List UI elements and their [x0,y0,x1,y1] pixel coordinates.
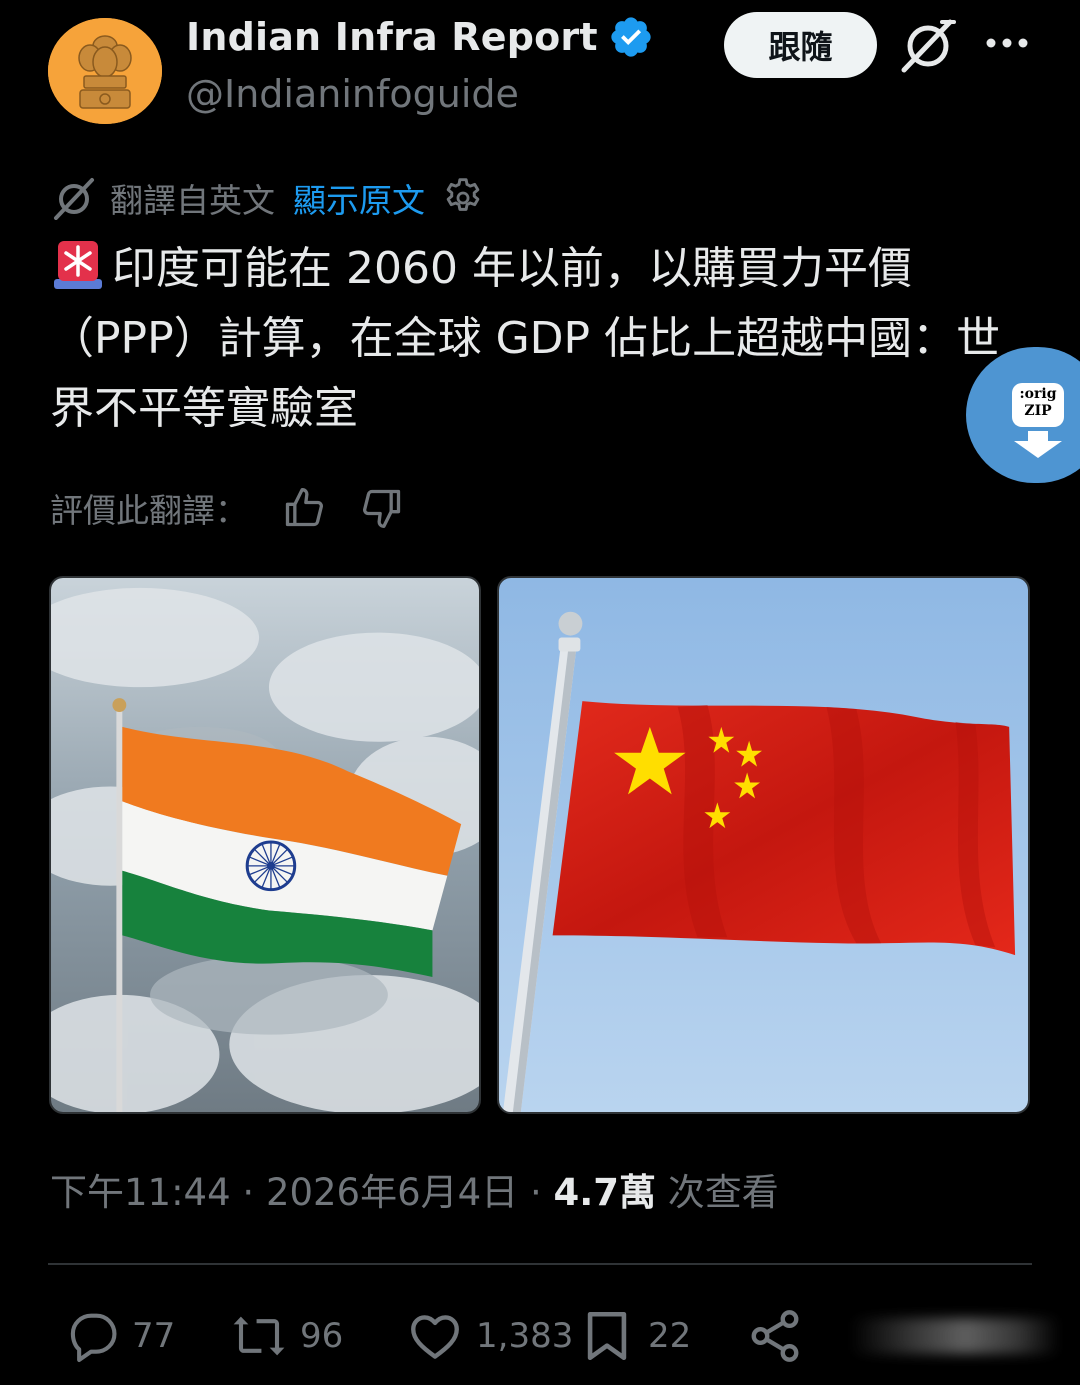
meta-separator: · [518,1171,554,1214]
translate-icon [54,178,94,220]
repost-count: 96 [300,1316,344,1356]
orig-zip-label: :orig ZIP [1012,383,1064,427]
like-button[interactable]: 1,383 [406,1300,573,1372]
gear-icon[interactable] [441,176,485,220]
views-count: 4.7萬 [553,1171,657,1214]
author-name-row: Indian Infra Report [186,14,654,60]
repost-icon [233,1316,285,1356]
india-flag-image[interactable] [49,576,481,1114]
share-button[interactable] [746,1300,816,1372]
reply-count: 77 [132,1316,176,1356]
china-flag-image[interactable] [497,576,1030,1114]
thumbs-down-icon[interactable] [360,486,404,530]
tweet-body: 印度可能在 2060 年以前，以購買力平價（PPP）計算，在全球 GDP 佔比上… [50,243,1001,434]
author-handle[interactable]: @Indianinfoguide [186,72,519,116]
tweet-date[interactable]: 2026年6月4日 [266,1171,518,1214]
emblem-icon [48,18,162,124]
tweet-page: Indian Infra Report @Indianinfoguide 跟隨 … [0,0,1080,1385]
like-count: 1,383 [476,1316,574,1356]
show-original-link[interactable]: 顯示原文 [293,174,425,222]
grok-icon[interactable] [898,18,958,74]
bookmark-count: 22 [648,1316,692,1356]
bookmark-button[interactable]: 22 [578,1300,691,1372]
tweet-text: 印度可能在 2060 年以前，以購買力平價（PPP）計算，在全球 GDP 佔比上… [50,234,1040,444]
rate-translation-label: 評價此翻譯： [50,491,248,530]
tweet-time[interactable]: 下午11:44 [50,1171,231,1214]
meta-separator: · [230,1171,266,1214]
reply-icon [70,1313,117,1362]
download-arrow-icon [1014,431,1062,458]
divider [48,1263,1032,1265]
thumbs-up-icon[interactable] [282,486,326,530]
avatar[interactable] [48,18,162,124]
follow-button[interactable]: 跟隨 [724,12,877,78]
blurred-overlay [850,1318,1060,1354]
india-flag-photo [51,578,479,1112]
bookmark-icon [587,1311,627,1361]
siren-emoji-icon [54,241,102,289]
repost-button[interactable]: 96 [230,1300,343,1372]
share-icon [751,1310,799,1362]
verified-badge-icon [611,17,651,57]
rate-translation-row: 評價此翻譯： [50,480,404,536]
tweet-meta: 下午11:44 · 2026年6月4日 · 4.7萬 次查看 [50,1162,779,1216]
views-label: 次查看 [656,1171,779,1214]
heart-icon [411,1315,459,1359]
translation-bar: 翻譯自英文 顯示原文 [52,172,485,224]
more-icon[interactable] [984,28,1030,58]
reply-button[interactable]: 77 [62,1300,175,1372]
china-flag-photo [499,578,1028,1112]
translated-from-label: 翻譯自英文 [110,181,275,220]
author-display-name[interactable]: Indian Infra Report [186,15,598,59]
